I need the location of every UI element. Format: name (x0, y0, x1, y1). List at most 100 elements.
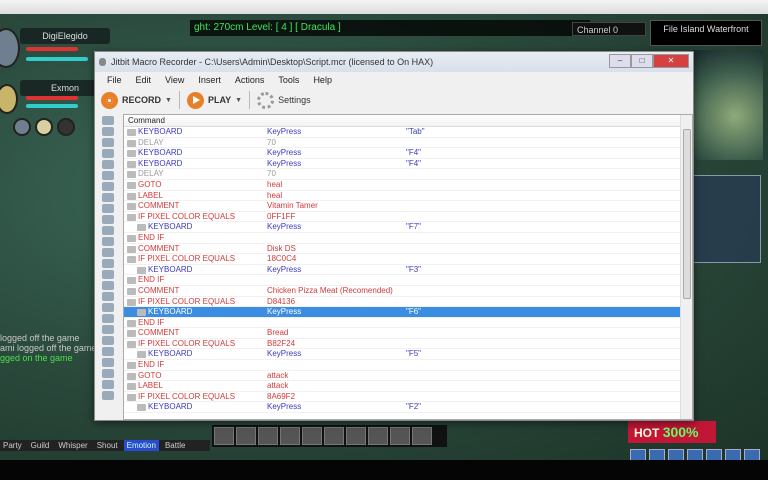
menu-file[interactable]: File (107, 72, 122, 88)
close-button[interactable]: ✕ (653, 54, 689, 68)
menu-actions[interactable]: Actions (235, 72, 265, 88)
command-row[interactable]: LABEL attack (124, 381, 680, 392)
record-dropdown-icon[interactable]: ▼ (165, 97, 172, 104)
keyboard-icon (127, 150, 136, 158)
hotbar-slot[interactable] (258, 427, 278, 445)
maximize-button[interactable]: □ (631, 54, 653, 68)
command-row[interactable]: IF PIXEL COLOR EQUALS B82F24 (124, 339, 680, 350)
minimap[interactable] (693, 50, 763, 160)
play-button[interactable]: PLAY (208, 95, 231, 105)
hotbar-slot[interactable] (324, 427, 344, 445)
insert-action-icon[interactable] (102, 336, 114, 345)
insert-action-icon[interactable] (102, 237, 114, 246)
insert-action-icon[interactable] (102, 380, 114, 389)
chat-tab-emotion[interactable]: Emotion (123, 440, 159, 451)
insert-action-icon[interactable] (102, 325, 114, 334)
insert-action-icon[interactable] (102, 391, 114, 400)
digimon-slot-icon[interactable] (35, 118, 53, 136)
window-titlebar[interactable]: Jitbit Macro Recorder - C:\Users\Admin\D… (95, 52, 693, 72)
hotbar-slot[interactable] (236, 427, 256, 445)
chat-tab-whisper[interactable]: Whisper (55, 440, 90, 451)
settings-button[interactable]: Settings (278, 95, 311, 105)
hotbar-slot[interactable] (412, 427, 432, 445)
digimon-slot-icon[interactable] (57, 118, 75, 136)
play-dropdown-icon[interactable]: ▼ (235, 97, 242, 104)
chat-tab-party[interactable]: Party (0, 440, 25, 451)
menu-edit[interactable]: Edit (136, 72, 152, 88)
command-row[interactable]: END IF (124, 360, 680, 371)
command-row[interactable]: IF PIXEL COLOR EQUALS 8A69F2 (124, 392, 680, 403)
channel-select[interactable]: Channel 0 (572, 22, 646, 36)
insert-action-icon[interactable] (102, 160, 114, 169)
command-row[interactable]: COMMENT Vitamin Tamer (124, 201, 680, 212)
command-row[interactable]: KEYBOARD KeyPress "F2" (124, 402, 680, 414)
scrollbar-thumb[interactable] (683, 129, 691, 299)
insert-action-icon[interactable] (102, 149, 114, 158)
menu-view[interactable]: View (165, 72, 184, 88)
insert-action-icon[interactable] (102, 358, 114, 367)
command-row[interactable]: COMMENT Disk DS (124, 244, 680, 255)
command-row[interactable]: KEYBOARD KeyPress "Tab" (124, 127, 680, 138)
insert-action-icon[interactable] (102, 281, 114, 290)
command-row[interactable]: KEYBOARD KeyPress "F5" (124, 349, 680, 361)
vertical-scrollbar[interactable] (680, 115, 692, 419)
insert-action-icon[interactable] (102, 270, 114, 279)
command-row[interactable]: KEYBOARD KeyPress "F7" (124, 222, 680, 233)
command-row[interactable]: IF PIXEL COLOR EQUALS 18C0C4 (124, 254, 680, 265)
command-row[interactable]: COMMENT Chicken Pizza Meat (Recomended) (124, 286, 680, 297)
command-row[interactable]: KEYBOARD KeyPress "F4" (124, 148, 680, 159)
insert-action-icon[interactable] (102, 138, 114, 147)
menu-insert[interactable]: Insert (198, 72, 221, 88)
hotbar-slot[interactable] (302, 427, 322, 445)
command-row[interactable]: DELAY 70 (124, 169, 680, 180)
insert-action-icon[interactable] (102, 292, 114, 301)
menu-tools[interactable]: Tools (278, 72, 299, 88)
command-value: "F3" (406, 264, 422, 274)
menu-help[interactable]: Help (313, 72, 332, 88)
hotbar-slot[interactable] (346, 427, 366, 445)
insert-action-icon[interactable] (102, 171, 114, 180)
insert-action-icon[interactable] (102, 193, 114, 202)
end-if-icon (127, 362, 136, 370)
insert-action-icon[interactable] (102, 347, 114, 356)
command-row[interactable]: END IF (124, 233, 680, 244)
insert-action-icon[interactable] (102, 204, 114, 213)
insert-action-icon[interactable] (102, 116, 114, 125)
command-row[interactable]: KEYBOARD KeyPress "F6" (124, 307, 680, 318)
command-type: KEYBOARD (148, 264, 193, 274)
command-row[interactable]: GOTO attack (124, 371, 680, 382)
comment-icon (127, 287, 136, 295)
command-row[interactable]: DELAY 70 (124, 138, 680, 149)
command-list[interactable]: Command KEYBOARD KeyPress "Tab" DELAY 70 KEYB… (123, 114, 693, 420)
minimize-button[interactable]: – (609, 54, 631, 68)
insert-action-icon[interactable] (102, 248, 114, 257)
command-row[interactable]: COMMENT Bread (124, 328, 680, 339)
insert-action-icon[interactable] (102, 369, 114, 378)
chat-tab-battle[interactable]: Battle (162, 440, 188, 451)
command-row[interactable]: IF PIXEL COLOR EQUALS D84136 (124, 297, 680, 308)
insert-action-icon[interactable] (102, 182, 114, 191)
insert-action-icon[interactable] (102, 303, 114, 312)
command-row[interactable]: LABEL heal (124, 191, 680, 202)
command-row[interactable]: END IF (124, 318, 680, 329)
insert-action-icon[interactable] (102, 226, 114, 235)
command-value: "F5" (406, 349, 422, 359)
command-row[interactable]: IF PIXEL COLOR EQUALS 0FF1FF (124, 212, 680, 223)
insert-action-icon[interactable] (102, 314, 114, 323)
record-button[interactable]: RECORD (122, 95, 161, 105)
hotbar-slot[interactable] (214, 427, 234, 445)
command-row[interactable]: END IF (124, 275, 680, 286)
chat-tab-guild[interactable]: Guild (28, 440, 53, 451)
hotbar-slot[interactable] (390, 427, 410, 445)
command-row[interactable]: GOTO heal (124, 180, 680, 191)
column-header-command[interactable]: Command (124, 115, 692, 127)
insert-action-icon[interactable] (102, 215, 114, 224)
digimon-slot-icon[interactable] (13, 118, 31, 136)
insert-action-icon[interactable] (102, 127, 114, 136)
command-row[interactable]: KEYBOARD KeyPress "F4" (124, 159, 680, 170)
chat-tab-shout[interactable]: Shout (94, 440, 121, 451)
hotbar-slot[interactable] (280, 427, 300, 445)
insert-action-icon[interactable] (102, 259, 114, 268)
hotbar-slot[interactable] (368, 427, 388, 445)
command-row[interactable]: KEYBOARD KeyPress "F3" (124, 265, 680, 276)
